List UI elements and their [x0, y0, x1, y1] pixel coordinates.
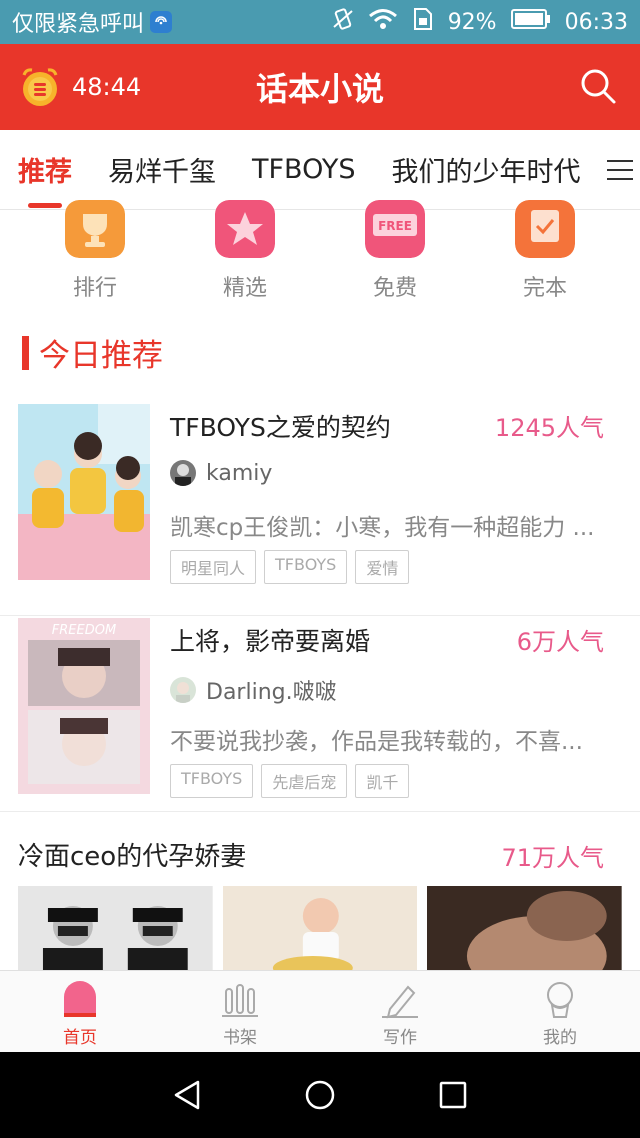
- tab-youth-era[interactable]: 我们的少年时代: [373, 130, 598, 209]
- nav-profile[interactable]: 我的: [480, 971, 640, 1052]
- tab-label: 我们的少年时代: [391, 157, 581, 188]
- category-ranking[interactable]: 排行: [35, 200, 155, 310]
- author-name: kamiy: [206, 460, 273, 486]
- carrier-info: 仅限紧急呼叫: [12, 6, 173, 38]
- nav-write[interactable]: 写作: [320, 971, 480, 1052]
- category-label: 免费: [372, 276, 417, 301]
- book-title: TFBOYS之爱的契约: [170, 413, 391, 442]
- bookshelf-icon: [222, 984, 258, 1017]
- bottom-navigation: 首页 书架 写作 我的: [0, 970, 640, 1052]
- tag[interactable]: 明星同人: [170, 550, 257, 584]
- section-title: 今日推荐: [39, 338, 163, 374]
- menu-icon: [607, 160, 633, 180]
- clock: 06:33: [564, 9, 628, 35]
- section-header: 今日推荐: [22, 330, 163, 375]
- home-circle-icon[interactable]: [303, 1078, 337, 1112]
- wifi-icon: [368, 7, 398, 37]
- book-title: 上将，影帝要离婚: [170, 627, 371, 656]
- section-accent-bar: [22, 335, 29, 370]
- tag[interactable]: TFBOYS: [170, 764, 254, 798]
- system-navigation-bar: [0, 1052, 640, 1138]
- nav-label: 书架: [223, 1028, 257, 1048]
- free-icon: FREE: [365, 200, 425, 258]
- gallery-image: [18, 886, 213, 970]
- tab-yiyangqianxi[interactable]: 易烊千玺: [90, 130, 234, 209]
- pencil-icon: [382, 985, 418, 1019]
- nav-bookshelf[interactable]: 书架: [160, 971, 320, 1052]
- avatar: [170, 460, 196, 486]
- category-featured[interactable]: 精选: [185, 200, 305, 310]
- book-popularity: 6万人气: [516, 628, 604, 656]
- signal-badge-icon: [150, 11, 173, 33]
- svg-text:FREE: FREE: [378, 219, 412, 233]
- sim-icon: [412, 7, 434, 37]
- battery-icon: [510, 8, 551, 36]
- battery-percent: 92%: [447, 9, 497, 35]
- back-icon[interactable]: [170, 1078, 204, 1112]
- tag[interactable]: TFBOYS: [264, 550, 348, 584]
- cover-title: FREEDOM: [52, 623, 116, 638]
- book-tags: 明星同人 TFBOYS 爱情: [170, 550, 410, 584]
- profile-icon: [547, 982, 573, 1018]
- tag[interactable]: 爱情: [355, 550, 410, 584]
- reading-timer[interactable]: 48:44: [0, 65, 180, 109]
- tab-recommend[interactable]: 推荐: [0, 130, 90, 209]
- gallery-image: [427, 886, 622, 970]
- category-completed[interactable]: 完本: [485, 200, 605, 310]
- tab-tfboys[interactable]: TFBOYS: [234, 130, 373, 209]
- book-summary: 凯寒cp王俊凯：小寒，我有一种超能力 ...: [170, 515, 595, 541]
- vibrate-icon: [332, 7, 354, 37]
- alarm-clock-icon: [22, 68, 58, 106]
- book-summary: 不要说我抄袭，作品是我转载的，不喜...: [170, 729, 583, 755]
- book-cover: FREEDOM: [18, 618, 150, 794]
- search-icon[interactable]: [578, 66, 618, 106]
- timer-text: 48:44: [72, 73, 142, 101]
- book-gallery[interactable]: [18, 886, 622, 970]
- book-title[interactable]: 冷面ceo的代孕娇妻: [18, 836, 246, 873]
- author-name: Darling.啵啵: [206, 680, 337, 705]
- carrier-text: 仅限紧急呼叫: [12, 12, 145, 37]
- tabs-menu-button[interactable]: [600, 130, 640, 209]
- category-free[interactable]: FREE 免费: [335, 200, 455, 310]
- tab-label: 推荐: [18, 157, 72, 188]
- tab-label: TFBOYS: [252, 154, 356, 185]
- category-label: 完本: [522, 276, 567, 301]
- book-item[interactable]: FREEDOM 上将，影帝要离婚 6万人气 Darling.啵啵 不要说我抄袭，…: [0, 600, 640, 812]
- book-popularity: 1245人气: [494, 414, 604, 442]
- trophy-icon: [65, 200, 125, 258]
- tag[interactable]: 先虐后宠: [261, 764, 348, 798]
- avatar: [170, 677, 196, 703]
- app-header: 48:44 话本小说: [0, 44, 640, 130]
- book-cover: [18, 404, 150, 580]
- recents-icon[interactable]: [436, 1078, 470, 1112]
- book-tags: TFBOYS 先虐后宠 凯千: [170, 764, 410, 798]
- category-label: 精选: [222, 276, 267, 301]
- tab-label: 易烊千玺: [108, 157, 216, 188]
- category-tabs: 推荐 易烊千玺 TFBOYS 我们的少年时代: [0, 130, 640, 210]
- nav-label: 我的: [543, 1028, 577, 1048]
- nav-label: 首页: [63, 1028, 97, 1048]
- nav-home[interactable]: 首页: [0, 971, 160, 1052]
- book-popularity: 71万人气: [501, 844, 604, 872]
- status-bar: 仅限紧急呼叫 92% 06:33: [0, 0, 640, 44]
- tag[interactable]: 凯千: [355, 764, 410, 798]
- book-author[interactable]: Darling.啵啵: [170, 674, 337, 706]
- nav-label: 写作: [383, 1028, 417, 1048]
- category-shortcuts: 排行 精选 FREE 免费 完本: [0, 200, 640, 310]
- home-icon: [64, 981, 96, 1017]
- category-label: 排行: [72, 276, 117, 301]
- gallery-image: [222, 886, 418, 970]
- star-icon: [215, 200, 275, 258]
- book-item[interactable]: TFBOYS之爱的契约 1245人气 kamiy 凯寒cp王俊凯：小寒，我有一种…: [0, 404, 640, 616]
- book-author[interactable]: kamiy: [170, 460, 272, 486]
- check-icon: [515, 200, 575, 258]
